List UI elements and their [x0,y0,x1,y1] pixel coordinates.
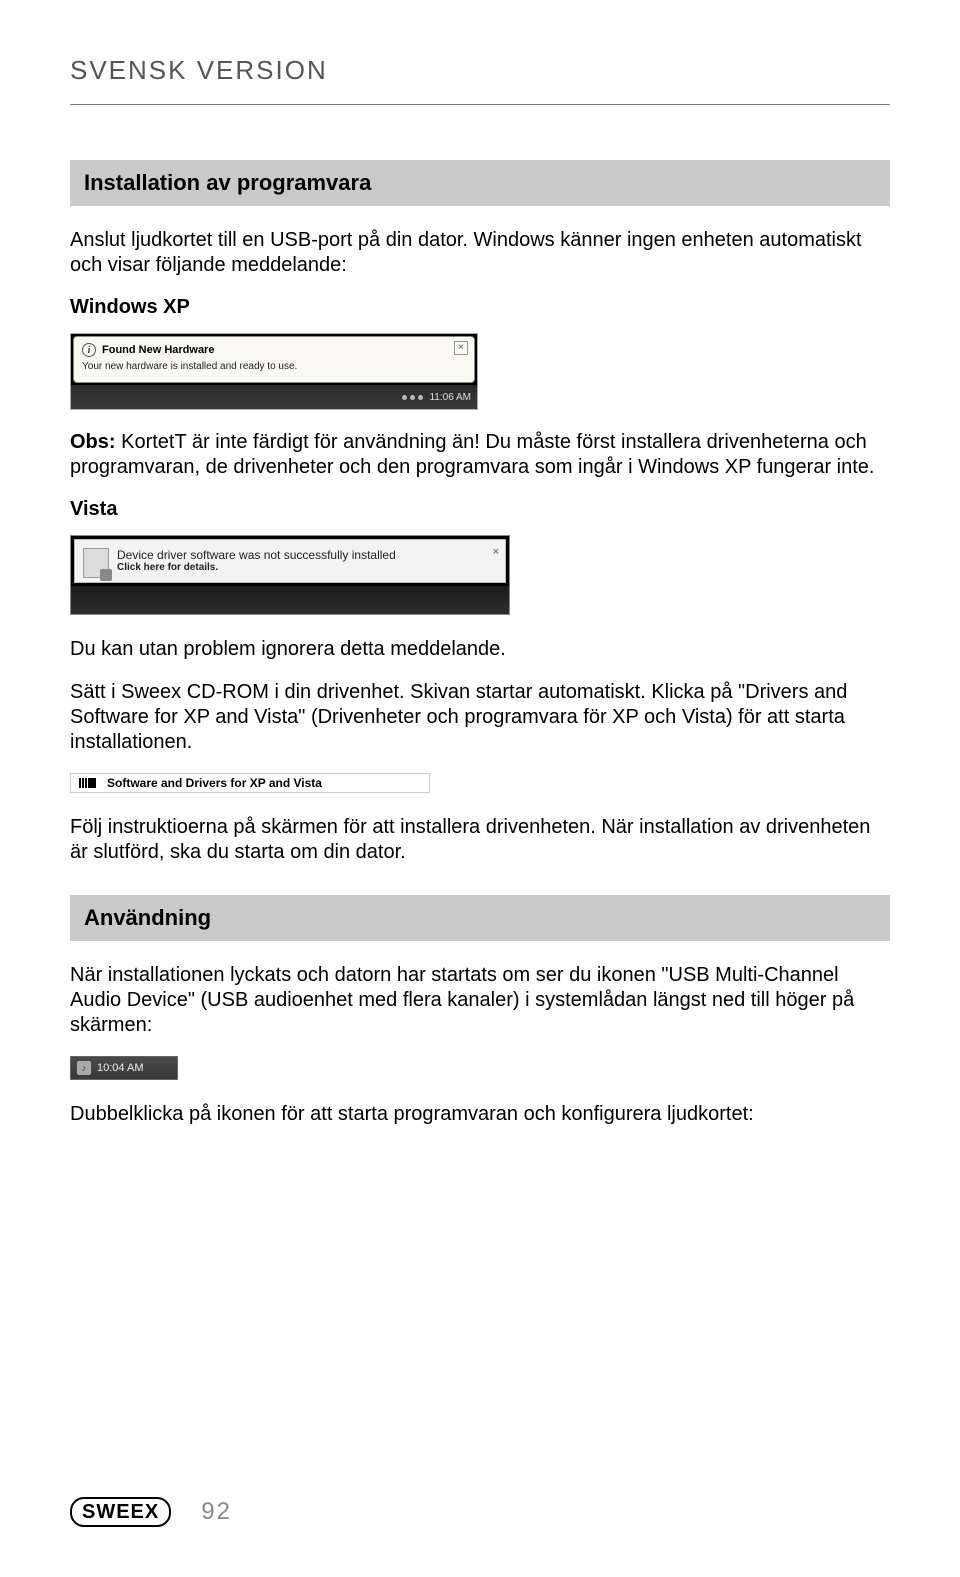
cdrom-paragraph: Sätt i Sweex CD-ROM i din drivenhet. Ski… [70,680,890,755]
info-icon: i [82,343,96,357]
installer-icon [79,776,97,790]
xp-system-tray: 11:06 AM [71,385,477,409]
systray-clock: 10:04 AM [97,1062,143,1074]
vista-subheading: Vista [70,498,890,521]
device-icon [83,548,109,578]
obs-paragraph: Obs: KortetT är inte färdigt för användn… [70,430,890,480]
obs-label: Obs: [70,431,116,453]
xp-balloon-title: Found New Hardware [102,344,214,356]
audio-device-tray-icon: ♪ [77,1061,91,1075]
usage-paragraph-1: När installationen lyckats och datorn ha… [70,963,890,1038]
sweex-logo: SWEEX [70,1497,171,1527]
header-divider [70,104,890,105]
xp-balloon-subtext: Your new hardware is installed and ready… [82,361,466,372]
autorun-menu-item: Software and Drivers for XP and Vista [70,773,430,793]
close-icon: × [454,341,468,355]
vista-notification-screenshot: Device driver software was not successfu… [70,535,510,615]
intro-paragraph: Anslut ljudkortet till en USB-port på di… [70,228,890,278]
vista-balloon-line1: Device driver software was not successfu… [117,548,479,562]
usage-paragraph-2: Dubbelklicka på ikonen för att starta pr… [70,1102,890,1127]
xp-tray-clock: 11:06 AM [429,392,471,403]
obs-text: KortetT är inte färdigt för användning ä… [70,431,874,478]
xp-subheading: Windows XP [70,296,890,319]
vista-balloon: Device driver software was not successfu… [74,539,506,583]
page-header: SVENSK VERSION [70,55,890,86]
section-title-usage: Användning [70,895,890,941]
autorun-menu-label: Software and Drivers for XP and Vista [107,776,322,790]
xp-notification-screenshot: i Found New Hardware × Your new hardware… [70,333,478,410]
section-title-install: Installation av programvara [70,160,890,206]
systray-screenshot: ♪ 10:04 AM [70,1056,178,1080]
ignore-message-text: Du kan utan problem ignorera detta medde… [70,637,890,662]
xp-balloon: i Found New Hardware × Your new hardware… [73,336,475,383]
vista-system-tray [71,586,509,614]
page-footer: SWEEX 92 [70,1497,890,1527]
close-icon: × [493,546,499,558]
vista-balloon-line2: Click here for details. [117,562,479,573]
page-number: 92 [201,1498,232,1526]
follow-instructions-paragraph: Följ instruktioerna på skärmen för att i… [70,815,890,865]
